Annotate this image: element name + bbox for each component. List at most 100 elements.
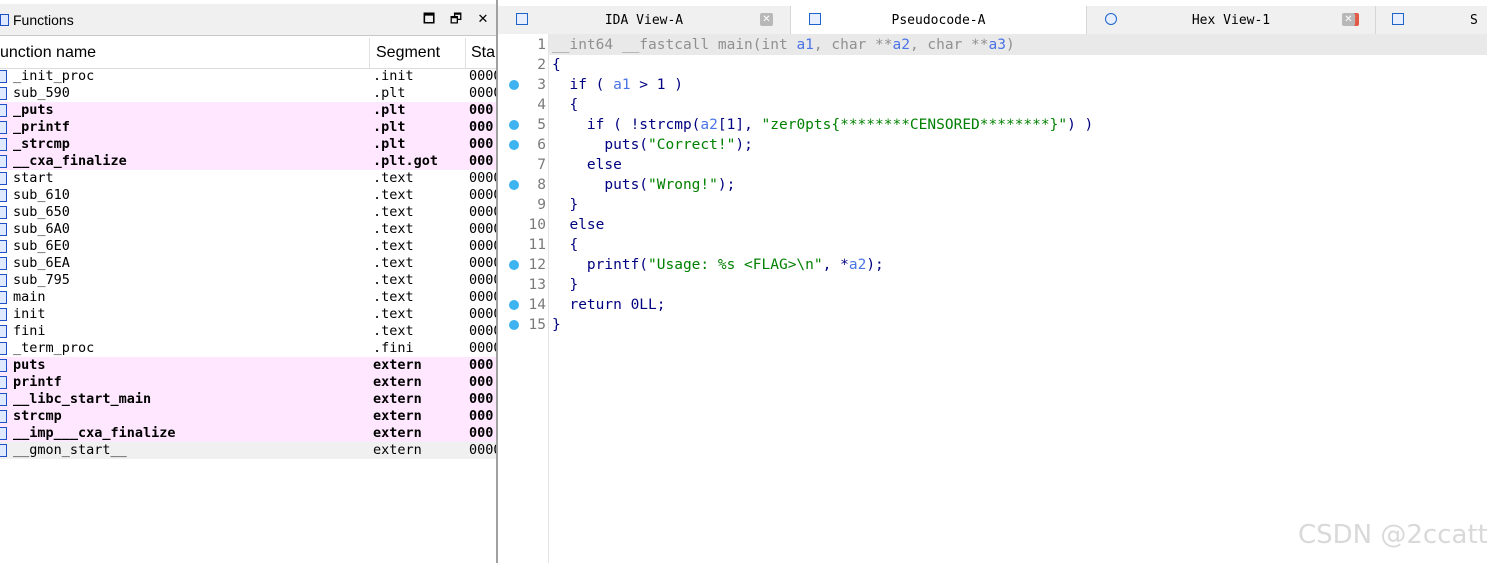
function-row[interactable]: sub_6EA .text 0000 <box>0 255 496 272</box>
function-row[interactable]: _printf .plt 000 <box>0 119 496 136</box>
function-icon <box>0 359 7 372</box>
function-row[interactable]: sub_590 .plt 0000 <box>0 85 496 102</box>
column-header-start[interactable]: Sta <box>471 44 496 62</box>
function-segment: .text <box>373 255 414 271</box>
breakpoint-dot-icon[interactable] <box>509 300 519 310</box>
function-name: __libc_start_main <box>13 391 152 407</box>
line-number: 5 <box>537 117 546 133</box>
function-name: sub_6EA <box>13 255 70 271</box>
code-line[interactable]: 15} <box>498 315 1487 335</box>
function-start: 000 <box>469 391 494 407</box>
code-line[interactable]: 13 } <box>498 275 1487 295</box>
code-line[interactable]: 8 puts("Wrong!"); <box>498 175 1487 195</box>
function-start: 000 <box>469 408 494 424</box>
column-divider[interactable] <box>369 38 370 68</box>
function-row[interactable]: init .text 0000 <box>0 306 496 323</box>
code-line[interactable]: 2{ <box>498 55 1487 75</box>
function-name: _printf <box>13 119 70 135</box>
code-line[interactable]: 11 { <box>498 235 1487 255</box>
function-row[interactable]: fini .text 0000 <box>0 323 496 340</box>
code-line[interactable]: 9 } <box>498 195 1487 215</box>
code-text: { <box>552 97 579 113</box>
tab-label: Hex View-1 <box>1191 13 1271 28</box>
function-row[interactable]: __imp___cxa_finalize extern 000 <box>0 425 496 442</box>
function-row[interactable]: sub_795 .text 0000 <box>0 272 496 289</box>
function-start: 000 <box>469 102 494 118</box>
breakpoint-dot-icon[interactable] <box>509 120 519 130</box>
close-tab-icon[interactable]: ✕ <box>760 13 773 26</box>
function-segment: .text <box>373 289 414 305</box>
function-icon <box>0 155 7 168</box>
column-header-segment[interactable]: Segment <box>376 44 464 62</box>
function-segment: .text <box>373 221 414 237</box>
function-row[interactable]: printf extern 000 <box>0 374 496 391</box>
function-row[interactable]: sub_610 .text 0000 <box>0 187 496 204</box>
code-line[interactable]: 6 puts("Correct!"); <box>498 135 1487 155</box>
function-row[interactable]: _init_proc .init 0000 <box>0 68 496 85</box>
function-start: 0000 <box>469 187 496 203</box>
function-segment: .text <box>373 170 414 186</box>
code-line[interactable]: 4 { <box>498 95 1487 115</box>
function-row[interactable]: _puts .plt 000 <box>0 102 496 119</box>
function-start: 0000 <box>469 255 496 271</box>
tab-structures[interactable]: S <box>1376 6 1487 34</box>
function-name: __imp___cxa_finalize <box>13 425 176 441</box>
functions-panel: Functions 🗖 🗗 ✕ unction name Segment Sta… <box>0 0 496 563</box>
tab-pseudocode[interactable]: Pseudocode-A ✕ <box>791 6 1359 35</box>
function-start: 0000 <box>469 442 496 458</box>
code-line[interactable]: 3 if ( a1 > 1 ) <box>498 75 1487 95</box>
breakpoint-dot-icon[interactable] <box>509 140 519 150</box>
close-icon[interactable]: ✕ <box>474 12 492 28</box>
function-row[interactable]: main .text 0000 <box>0 289 496 306</box>
breakpoint-dot-icon[interactable] <box>509 80 519 90</box>
code-text: } <box>552 197 579 213</box>
function-row[interactable]: sub_6A0 .text 0000 <box>0 221 496 238</box>
function-row[interactable]: __gmon_start__ extern 0000 <box>0 442 496 459</box>
function-row[interactable]: sub_650 .text 0000 <box>0 204 496 221</box>
function-start: 0000 <box>469 221 496 237</box>
function-segment: .text <box>373 272 414 288</box>
restore-icon[interactable]: 🗗 <box>447 12 465 28</box>
code-line[interactable]: 10 else <box>498 215 1487 235</box>
function-row[interactable]: start .text 0000 <box>0 170 496 187</box>
tab-ida-view[interactable]: IDA View-A ✕ <box>498 6 791 34</box>
close-tab-icon[interactable]: ✕ <box>1342 13 1355 26</box>
function-name: __cxa_finalize <box>13 153 127 169</box>
functions-window-icon <box>0 14 9 26</box>
function-row[interactable]: puts extern 000 <box>0 357 496 374</box>
tab-hex-view[interactable]: Hex View-1 ✕ <box>1087 6 1376 34</box>
column-divider[interactable] <box>465 38 466 68</box>
column-header-name[interactable]: unction name <box>0 44 368 62</box>
tab-label: IDA View-A <box>604 13 684 28</box>
code-line[interactable]: 7 else <box>498 155 1487 175</box>
code-text: puts("Correct!"); <box>552 137 753 153</box>
function-segment: extern <box>373 408 422 424</box>
function-icon <box>0 240 7 253</box>
function-segment: .fini <box>373 340 414 356</box>
function-segment: .text <box>373 204 414 220</box>
function-row[interactable]: sub_6E0 .text 0000 <box>0 238 496 255</box>
pseudocode-view[interactable]: 1 __int64 __fastcall main(int a1, char **… <box>498 34 1487 563</box>
breakpoint-dot-icon[interactable] <box>509 260 519 270</box>
code-line[interactable]: 1 __int64 __fastcall main(int a1, char **… <box>498 35 1487 55</box>
code-line[interactable]: 5 if ( !strcmp(a2[1], "zer0pts{********C… <box>498 115 1487 135</box>
function-segment: .text <box>373 306 414 322</box>
function-name: sub_795 <box>13 272 70 288</box>
function-icon <box>0 291 7 304</box>
function-segment: .plt.got <box>373 153 439 169</box>
breakpoint-dot-icon[interactable] <box>509 180 519 190</box>
function-row[interactable]: _strcmp .plt 000 <box>0 136 496 153</box>
breakpoint-dot-icon[interactable] <box>509 320 519 330</box>
function-icon <box>0 104 7 117</box>
function-row[interactable]: __cxa_finalize .plt.got 000 <box>0 153 496 170</box>
code-line[interactable]: 14 return 0LL; <box>498 295 1487 315</box>
maximize-icon[interactable]: 🗖 <box>420 12 438 28</box>
function-start: 0000 <box>469 170 496 186</box>
function-row[interactable]: __libc_start_main extern 000 <box>0 391 496 408</box>
line-number: 11 <box>528 237 546 253</box>
function-row[interactable]: _term_proc .fini 0000 <box>0 340 496 357</box>
function-segment: extern <box>373 357 422 373</box>
function-row[interactable]: strcmp extern 000 <box>0 408 496 425</box>
function-start: 0000 <box>469 204 496 220</box>
code-line[interactable]: 12 printf("Usage: %s <FLAG>\n", *a2); <box>498 255 1487 275</box>
